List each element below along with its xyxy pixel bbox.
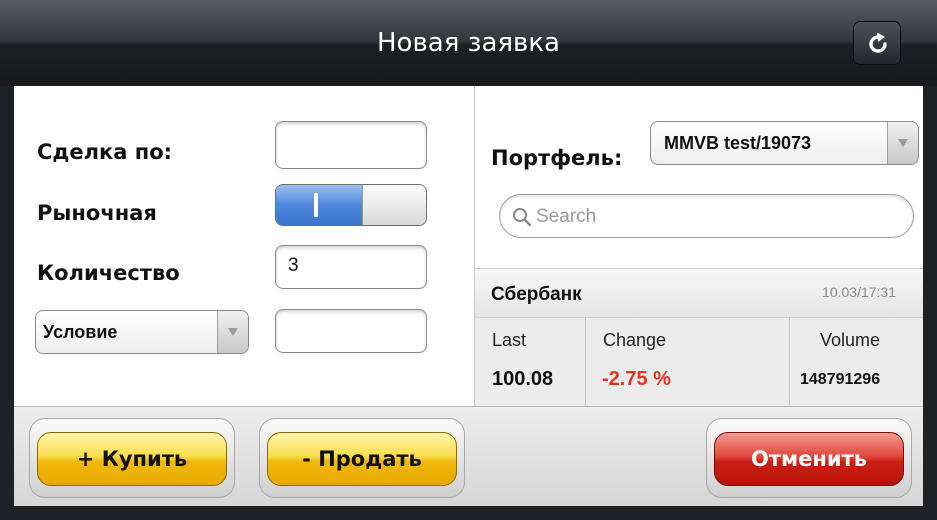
condition-select-value: Условие — [43, 322, 118, 342]
refresh-button[interactable] — [853, 21, 901, 65]
ticker-stats: Last 100.08 Change -2.75 % Volume 148791… — [475, 318, 923, 406]
refresh-icon — [869, 32, 887, 53]
toggle-knob[interactable] — [362, 185, 426, 225]
portfolio-dropdown-button[interactable] — [887, 122, 918, 164]
quantity-label: Количество — [37, 261, 180, 285]
toggle-on-state — [276, 185, 363, 225]
market-toggle[interactable] — [275, 184, 427, 226]
volume-value: 148791296 — [800, 371, 881, 388]
market-label: Рыночная — [37, 201, 157, 225]
deal-field[interactable] — [275, 121, 427, 169]
portfolio-select-value: MMVB test/19073 — [664, 133, 812, 153]
window-title: Новая заявка — [377, 28, 560, 58]
portfolio-label: Портфель: — [491, 146, 623, 170]
ticker-header[interactable]: Сбербанк 10.03/17:31 — [475, 268, 923, 318]
toggle-on-icon — [314, 193, 318, 217]
title-bar: Новая заявка — [0, 0, 937, 86]
change-label: Change — [603, 330, 667, 350]
sell-button[interactable]: - Продать — [267, 432, 457, 486]
deal-label: Сделка по: — [37, 140, 173, 164]
last-cell: Last 100.08 — [475, 318, 585, 406]
condition-field[interactable] — [275, 309, 427, 353]
chevron-down-icon — [898, 139, 908, 147]
change-value: -2.75 % — [602, 368, 671, 390]
quantity-field[interactable]: 3 — [275, 245, 427, 289]
condition-dropdown-button[interactable] — [217, 311, 248, 353]
chevron-down-icon — [228, 328, 238, 336]
condition-select[interactable]: Условие — [35, 310, 249, 354]
ticker-timestamp: 10.03/17:31 — [822, 284, 896, 300]
volume-cell: Volume 148791296 — [790, 318, 923, 406]
search-icon — [513, 208, 532, 227]
change-cell: Change -2.75 % — [586, 318, 789, 406]
cancel-button[interactable]: Отменить — [714, 432, 904, 486]
volume-label: Volume — [820, 330, 881, 350]
ticker-name: Сбербанк — [491, 284, 582, 305]
search-placeholder: Search — [536, 206, 597, 227]
portfolio-select[interactable]: MMVB test/19073 — [650, 121, 919, 165]
buy-button[interactable]: + Купить — [37, 432, 227, 486]
new-order-window: Новая заявка Сделка по: Рыночная Количес… — [0, 0, 937, 520]
last-label: Last — [492, 330, 527, 350]
last-value: 100.08 — [492, 368, 554, 390]
search-input[interactable]: Search — [499, 194, 914, 238]
